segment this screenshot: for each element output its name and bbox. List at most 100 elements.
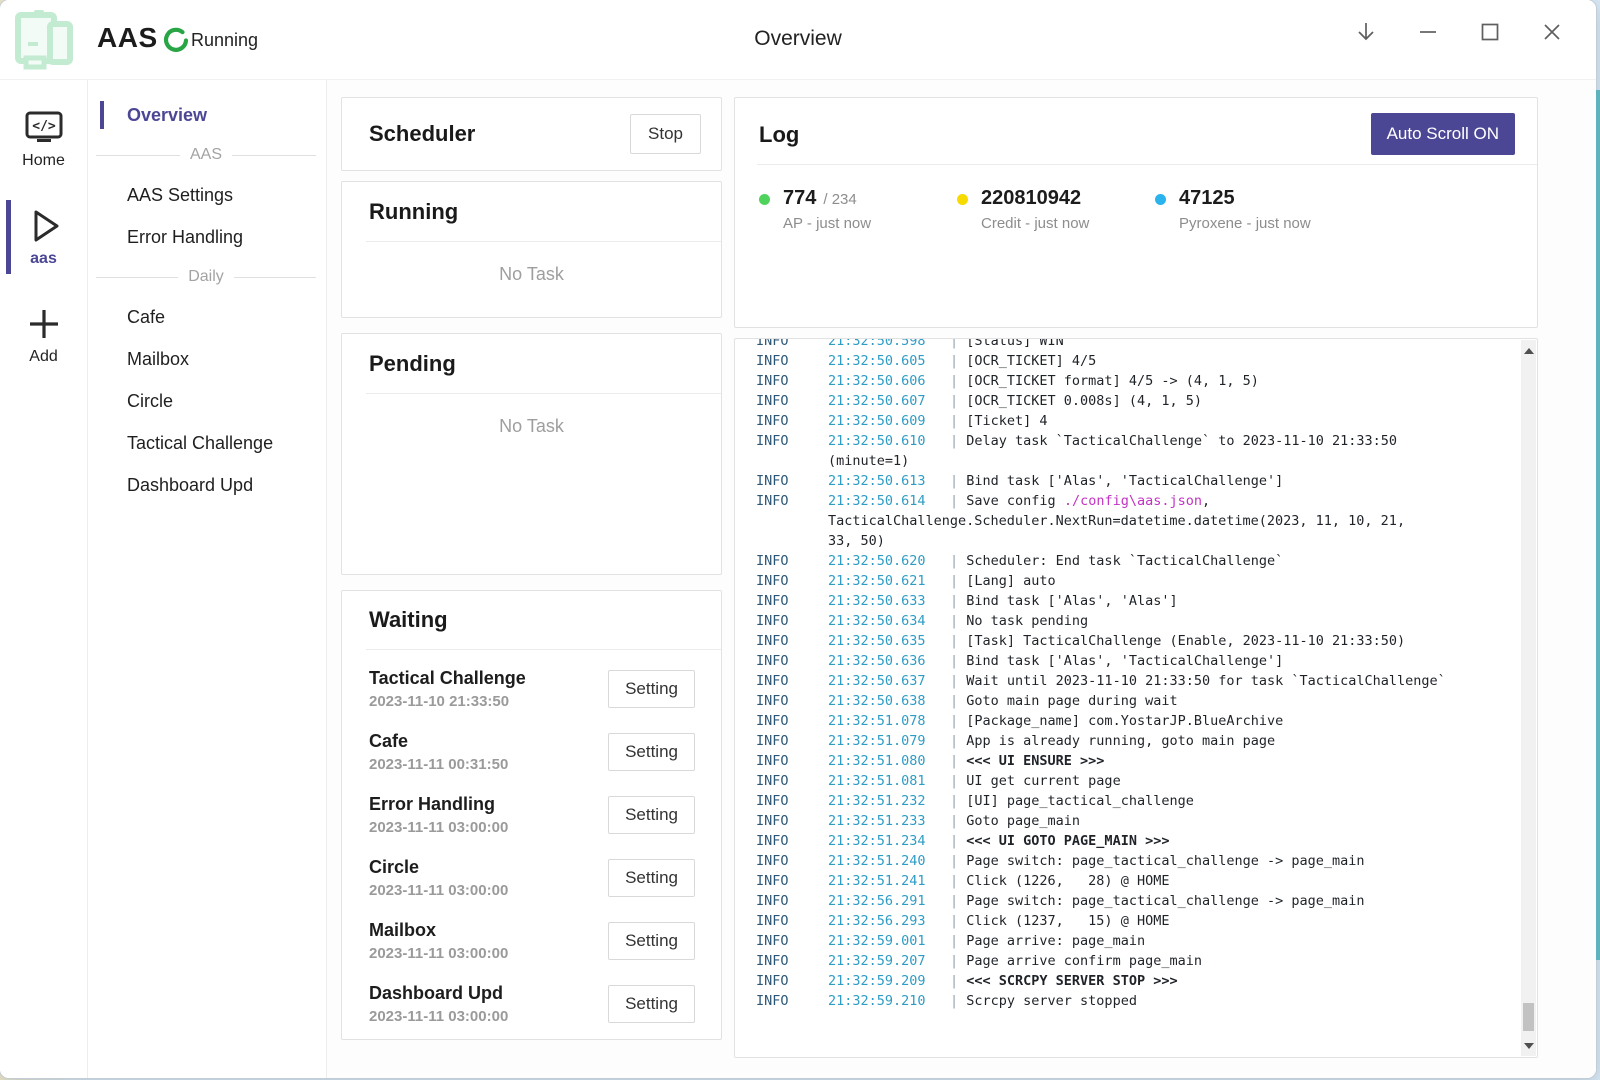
maximize-icon[interactable]: [1476, 18, 1504, 46]
log-separator: |: [950, 893, 966, 909]
log-level: INFO: [756, 391, 828, 411]
menu-group-divider: Daily: [88, 258, 326, 296]
waiting-task-row: Circle2023-11-11 03:00:00Setting: [369, 847, 695, 910]
stat-label: Credit - just now: [981, 215, 1089, 232]
minimize-icon[interactable]: [1414, 18, 1442, 46]
close-icon[interactable]: [1538, 18, 1566, 46]
sidebar-item-mailbox[interactable]: Mailbox: [88, 338, 326, 380]
sidebar-item-error-handling[interactable]: Error Handling: [88, 216, 326, 258]
log-message: Delay task `TacticalChallenge` to 2023-1…: [966, 433, 1397, 449]
sidebar-item-aas-settings[interactable]: AAS Settings: [88, 174, 326, 216]
setting-button[interactable]: Setting: [608, 670, 695, 708]
log-separator: |: [950, 493, 966, 509]
setting-button[interactable]: Setting: [608, 859, 695, 897]
log-message: Page switch: page_tactical_challenge -> …: [966, 893, 1364, 909]
log-line: INFO21:32:51.234| <<< UI GOTO PAGE_MAIN …: [756, 831, 1521, 851]
stat-value-row: 220810942: [981, 187, 1089, 210]
stat-label: Pyroxene - just now: [1179, 215, 1311, 232]
sidebar-item-overview[interactable]: Overview: [88, 94, 326, 136]
log-message: [UI] page_tactical_challenge: [966, 793, 1194, 809]
log-separator: |: [950, 953, 966, 969]
waiting-task-name: Error Handling: [369, 791, 508, 817]
log-line: INFO21:32:50.633| Bind task ['Alas', 'Al…: [756, 591, 1521, 611]
log-card: Log Auto Scroll ON 774/ 234AP - just now…: [734, 97, 1538, 328]
waiting-task-name: Cafe: [369, 728, 508, 754]
log-timestamp: 21:32:51.234: [828, 831, 950, 851]
auto-scroll-button[interactable]: Auto Scroll ON: [1371, 113, 1515, 155]
nav-rail-item-home[interactable]: </>Home: [0, 102, 87, 176]
log-entry: INFO21:32:59.210| Scrcpy server stopped: [756, 991, 1521, 1011]
log-separator: |: [950, 673, 966, 689]
log-scrollbar[interactable]: [1521, 340, 1536, 1056]
waiting-title: Waiting: [342, 607, 721, 633]
log-level: INFO: [756, 571, 828, 591]
log-entry: INFO21:32:59.207| Page arrive confirm pa…: [756, 951, 1521, 971]
waiting-task-row: Mailbox2023-11-11 03:00:00Setting: [369, 910, 695, 973]
waiting-task-row: Dashboard Upd2023-11-11 03:00:00Setting: [369, 973, 695, 1036]
setting-button[interactable]: Setting: [608, 922, 695, 960]
log-separator: |: [950, 353, 966, 369]
divider: [366, 393, 721, 394]
waiting-task-name: Circle: [369, 854, 508, 880]
waiting-card: Waiting Tactical Challenge2023-11-10 21:…: [341, 590, 722, 1040]
log-separator: |: [950, 473, 966, 489]
nav-rail-item-aas[interactable]: aas: [0, 200, 87, 274]
divider: [366, 241, 721, 242]
log-timestamp: 21:32:51.241: [828, 871, 950, 891]
plus-icon: [0, 302, 87, 346]
scrollbar-thumb[interactable]: [1523, 1003, 1534, 1031]
log-timestamp: 21:32:51.080: [828, 751, 950, 771]
log-message: [Lang] auto: [966, 573, 1055, 589]
sidebar-item-dashboard-upd[interactable]: Dashboard Upd: [88, 464, 326, 506]
log-level: INFO: [756, 951, 828, 971]
log-entry: INFO21:32:50.636| Bind task ['Alas', 'Ta…: [756, 651, 1521, 671]
log-scroll-area[interactable]: INFO21:32:50.598| [Status] WININFO21:32:…: [735, 339, 1521, 1057]
running-title: Running: [342, 199, 721, 225]
log-level: INFO: [756, 831, 828, 851]
running-empty-text: No Task: [342, 264, 721, 285]
arrow-down-icon[interactable]: [1352, 18, 1380, 46]
log-separator: |: [950, 573, 966, 589]
log-line: INFO21:32:51.078| [Package_name] com.Yos…: [756, 711, 1521, 731]
waiting-task-next-run: 2023-11-11 03:00:00: [369, 943, 508, 965]
setting-button[interactable]: Setting: [608, 796, 695, 834]
waiting-task-info: Tactical Challenge2023-11-10 21:33:50: [369, 665, 526, 713]
log-level: INFO: [756, 371, 828, 391]
log-entry: INFO21:32:50.605| [OCR_TICKET] 4/5: [756, 351, 1521, 371]
log-line: INFO21:32:56.293| Click (1237, 15) @ HOM…: [756, 911, 1521, 931]
sidebar-item-cafe[interactable]: Cafe: [88, 296, 326, 338]
setting-button[interactable]: Setting: [608, 985, 695, 1023]
log-entry: INFO21:32:50.614| Save config ./config\a…: [756, 491, 1521, 551]
log-timestamp: 21:32:50.609: [828, 411, 950, 431]
log-entry: INFO21:32:51.079| App is already running…: [756, 731, 1521, 751]
sidebar-item-circle[interactable]: Circle: [88, 380, 326, 422]
stat-block: 220810942 Credit - just now: [957, 187, 1155, 232]
stop-button[interactable]: Stop: [630, 114, 701, 154]
log-separator: |: [950, 633, 966, 649]
stat-value: 47125: [1179, 187, 1235, 210]
log-message: Scheduler: End task `TacticalChallenge`: [966, 553, 1283, 569]
log-level: INFO: [756, 851, 828, 871]
nav-rail-label: aas: [0, 250, 87, 268]
log-level: INFO: [756, 591, 828, 611]
log-separator: |: [950, 393, 966, 409]
app-window: AAS Running Overview </>Ho: [0, 0, 1596, 1078]
titlebar: AAS Running Overview: [0, 0, 1596, 80]
log-timestamp: 21:32:56.293: [828, 911, 950, 931]
log-level: INFO: [756, 411, 828, 431]
log-level: INFO: [756, 891, 828, 911]
sidebar-item-tactical-challenge[interactable]: Tactical Challenge: [88, 422, 326, 464]
setting-button[interactable]: Setting: [608, 733, 695, 771]
log-message: [Package_name] com.YostarJP.BlueArchive: [966, 713, 1283, 729]
log-line: INFO21:32:56.291| Page switch: page_tact…: [756, 891, 1521, 911]
log-message: No task pending: [966, 613, 1088, 629]
log-message: Page switch: page_tactical_challenge -> …: [966, 853, 1364, 869]
log-timestamp: 21:32:59.210: [828, 991, 950, 1011]
stat-dot: [759, 194, 770, 205]
scroll-up-icon[interactable]: [1521, 343, 1536, 358]
log-level: INFO: [756, 771, 828, 791]
divider-line: [234, 277, 316, 278]
log-message: [OCR_TICKET 0.008s] (4, 1, 5): [966, 393, 1202, 409]
scroll-down-icon[interactable]: [1521, 1038, 1536, 1053]
nav-rail-item-add[interactable]: Add: [0, 298, 87, 372]
